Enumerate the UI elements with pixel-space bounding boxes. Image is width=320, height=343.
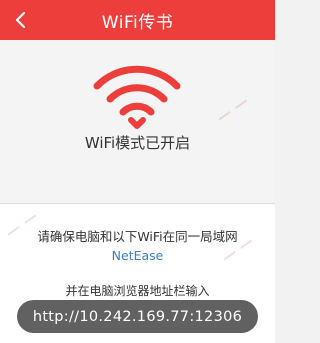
instruction-line-1: 请确保电脑和以下WiFi在同一局域网 bbox=[37, 229, 238, 244]
wifi-icon bbox=[89, 56, 185, 130]
url-text: http://10.242.169.77:12306 bbox=[32, 308, 243, 325]
network-name: NetEase bbox=[111, 248, 164, 263]
instruction-line-2: 并在电脑浏览器地址栏输入 bbox=[65, 284, 210, 298]
url-box[interactable]: http://10.242.169.77:12306 bbox=[17, 300, 258, 333]
chevron-left-icon bbox=[15, 11, 26, 29]
page-title: WiFi传书 bbox=[101, 12, 174, 33]
header-bar: WiFi传书 bbox=[0, 0, 275, 40]
back-button[interactable] bbox=[4, 0, 36, 40]
wifi-status-text: WiFi模式已开启 bbox=[84, 134, 191, 152]
